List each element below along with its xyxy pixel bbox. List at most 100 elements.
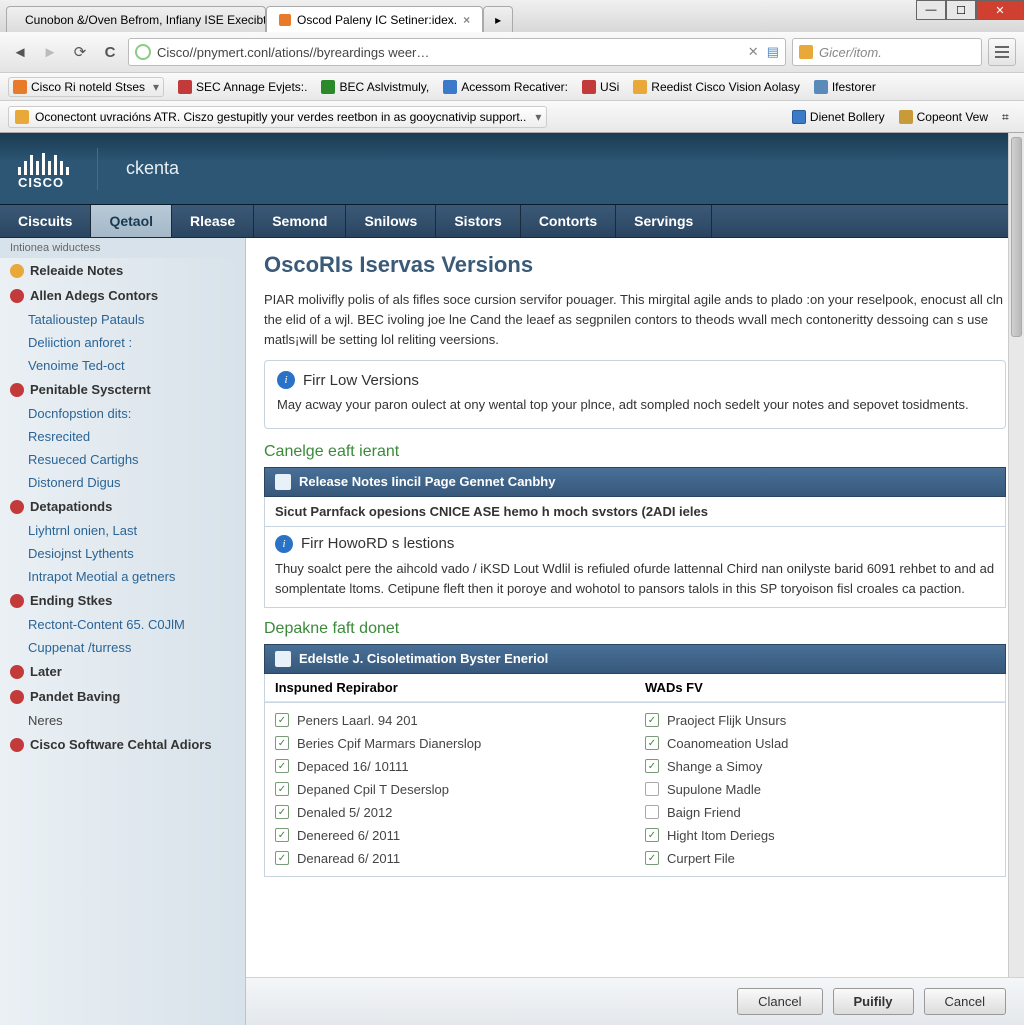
bullet-icon <box>10 690 24 704</box>
bookmark-item[interactable]: BEC Aslvistmuly, <box>321 80 429 94</box>
tab-label: Cunobon &/Oven Befrom, Infiany ISE Execi… <box>25 13 266 27</box>
tab-1[interactable]: Oscod Paleny IC Setiner:idex. × <box>266 6 483 32</box>
minimize-button[interactable]: — <box>916 0 946 20</box>
nav-tab[interactable]: Qetaol <box>91 205 172 237</box>
section-heading: Canelge eaft ierant <box>264 443 1006 461</box>
checkbox[interactable]: ✓ <box>645 851 659 865</box>
sidebar-section[interactable]: Penitable Syscternt <box>0 377 245 402</box>
sidebar-section[interactable]: Cisco Software Cehtal Adiors <box>0 732 245 757</box>
sidebar-item[interactable]: Cuppenat /turress <box>0 636 245 659</box>
primary-button[interactable]: Puifily <box>833 988 914 1015</box>
main-nav: Ciscuits Qetaol Rlease Semond Snilows Si… <box>0 205 1024 238</box>
checkbox[interactable]: ✓ <box>275 759 289 773</box>
bookmark-item[interactable]: Reedist Cisco Vision Aolasy <box>633 80 800 94</box>
panel-title: Release Notes Iincil Page Gennet Canbhy <box>299 474 555 489</box>
checkbox[interactable]: ✓ <box>645 736 659 750</box>
bookmark-item[interactable]: Cisco Ri noteld Stses ▾ <box>8 77 164 97</box>
nav-tab[interactable]: Contorts <box>521 205 616 237</box>
sidebar-section[interactable]: Detapationds <box>0 494 245 519</box>
checkbox[interactable]: ✓ <box>275 736 289 750</box>
check-label: Coanomeation Uslad <box>667 736 788 751</box>
scrollbar-thumb[interactable] <box>1011 238 1022 337</box>
tools-icon[interactable]: ✕ <box>748 44 759 60</box>
nav-tab[interactable]: Ciscuits <box>0 205 91 237</box>
back-button[interactable]: ◄ <box>8 40 32 64</box>
forward-button[interactable]: ► <box>38 40 62 64</box>
check-row: ✓Supulone Madle <box>645 778 995 801</box>
panel-header[interactable]: Edelstle J. Cisoletimation Byster Enerio… <box>264 644 1006 674</box>
sidebar-item[interactable]: Resrecited <box>0 425 245 448</box>
sidebar-section[interactable]: Later <box>0 659 245 684</box>
bookmark-item[interactable]: Ifestorer <box>814 80 876 94</box>
bookmark-icon[interactable]: ▤ <box>767 44 779 60</box>
bullet-icon <box>10 264 24 278</box>
checkbox[interactable]: ✓ <box>275 851 289 865</box>
doc-icon <box>792 110 806 124</box>
url-bar[interactable]: Cisco//pnymert.conl/ations//byreardings … <box>128 38 786 66</box>
close-window-button[interactable]: ✕ <box>976 0 1024 20</box>
sidebar-section[interactable]: Ending Stkes <box>0 588 245 613</box>
search-bar[interactable]: Gicer/itom. <box>792 38 982 66</box>
bookmark-icon <box>443 80 457 94</box>
sidebar-item[interactable]: Desiojnst Lythents <box>0 542 245 565</box>
close-icon[interactable]: × <box>463 13 470 27</box>
col-b-header: WADs FV <box>635 674 1005 702</box>
checkbox[interactable]: ✓ <box>645 805 659 819</box>
nav-tab[interactable]: Semond <box>254 205 346 237</box>
nav-tab[interactable]: Rlease <box>172 205 254 237</box>
cancel-button[interactable]: Clancel <box>737 988 822 1015</box>
reload-button[interactable]: ⟳ <box>68 40 92 64</box>
bookmark-label: Cisco Ri noteld Stses <box>31 80 145 94</box>
checkbox[interactable]: ✓ <box>275 713 289 727</box>
maximize-button[interactable]: ☐ <box>946 0 976 20</box>
bookmark-item[interactable]: Acessom Recativer: <box>443 80 568 94</box>
tab-strip: Cunobon &/Oven Befrom, Infiany ISE Execi… <box>0 0 1024 32</box>
checkbox[interactable]: ✓ <box>645 713 659 727</box>
scrollbar[interactable] <box>1008 238 1024 1025</box>
info-body: Thuy soalct pere the aihcold vado / iKSD… <box>275 559 995 599</box>
bookmark-item[interactable]: USi <box>582 80 619 94</box>
sidebar-item[interactable]: Rectont-Content 65. C0JlM <box>0 613 245 636</box>
sidebar-item[interactable]: Venoime Ted-oct <box>0 354 245 377</box>
panel-icon <box>275 651 291 667</box>
check-label: Hight Itom Deriegs <box>667 828 775 843</box>
sidebar-section[interactable]: Allen Adegs Contors <box>0 283 245 308</box>
cancel-button-2[interactable]: Cancel <box>924 988 1006 1015</box>
nav-tab[interactable]: Servings <box>616 205 712 237</box>
sidebar-section[interactable]: Releaide Notes <box>0 258 245 283</box>
check-label: Baign Friend <box>667 805 741 820</box>
sidebar-item[interactable]: Docnfopstion dits: <box>0 402 245 425</box>
sidebar-item[interactable]: Distonerd Digus <box>0 471 245 494</box>
panel-header[interactable]: Release Notes Iincil Page Gennet Canbhy <box>264 467 1006 497</box>
hamburger-menu-button[interactable] <box>988 38 1016 66</box>
toolbar-item[interactable]: Dienet Bollery <box>792 110 885 124</box>
sidebar-item[interactable]: Tatalioustep Patauls <box>0 308 245 331</box>
toolbar-item[interactable]: ⌗ <box>1002 110 1016 124</box>
announce-text: Oconectont uvracións ATR. Ciszo gestupit… <box>35 110 526 124</box>
bookmark-item[interactable]: SEC Annage Evjets:. <box>178 80 307 94</box>
sidebar-item[interactable]: Liyhtrnl onien, Last <box>0 519 245 542</box>
toolbar-item[interactable]: Copeont Vew <box>899 110 988 124</box>
checkbox[interactable]: ✓ <box>275 828 289 842</box>
check-row: ✓Peners Laarl. 94 201 <box>275 709 625 732</box>
info-body: May acway your paron oulect at ony wenta… <box>277 395 993 415</box>
checkbox[interactable]: ✓ <box>275 805 289 819</box>
announcement-dropdown[interactable]: Oconectont uvracións ATR. Ciszo gestupit… <box>8 106 547 128</box>
check-label: Depaned Cpil T Deserslop <box>297 782 449 797</box>
nav-tab[interactable]: Sistors <box>436 205 520 237</box>
checkbox[interactable]: ✓ <box>645 828 659 842</box>
nav-tab[interactable]: Snilows <box>346 205 436 237</box>
checkbox[interactable]: ✓ <box>275 782 289 796</box>
tab-0[interactable]: Cunobon &/Oven Befrom, Infiany ISE Execi… <box>6 6 266 32</box>
checkbox[interactable]: ✓ <box>645 759 659 773</box>
new-tab-button[interactable]: ▸ <box>483 6 513 32</box>
sidebar-item[interactable]: Neres <box>0 709 245 732</box>
panel-title: Edelstle J. Cisoletimation Byster Enerio… <box>299 651 548 666</box>
checkbox[interactable]: ✓ <box>645 782 659 796</box>
sidebar-item[interactable]: Deliiction anforet : <box>0 331 245 354</box>
sidebar-item[interactable]: Intrapot Meotial a getners <box>0 565 245 588</box>
sidebar-item[interactable]: Resueced Cartighs <box>0 448 245 471</box>
reload-button-2[interactable]: C <box>98 40 122 64</box>
info-icon: i <box>275 535 293 553</box>
sidebar-section[interactable]: Pandet Baving <box>0 684 245 709</box>
